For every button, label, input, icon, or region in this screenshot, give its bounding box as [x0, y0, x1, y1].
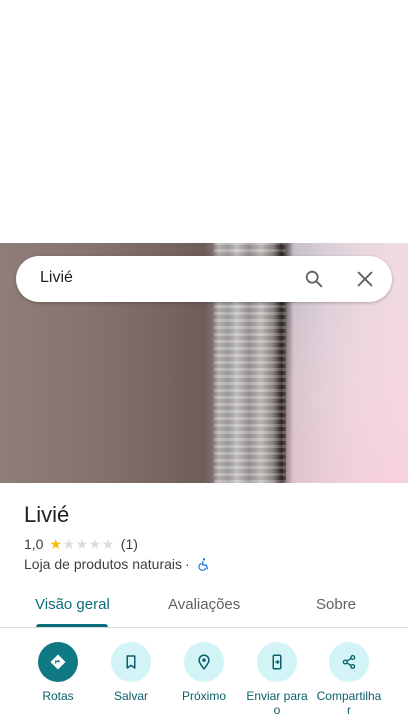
share-icon: [329, 642, 369, 682]
nearby-label: Próximo: [181, 689, 226, 703]
nearby-icon: [184, 642, 224, 682]
send-to-phone-label: Enviar para o: [246, 689, 308, 717]
tab-indicator: [36, 624, 108, 627]
rating-row[interactable]: 1,0 ★ ★ ★ ★ ★ (1): [24, 536, 138, 552]
search-input[interactable]: Livié: [40, 269, 73, 287]
rating-stars: ★ ★ ★ ★ ★: [49, 537, 114, 551]
action-bar: Rotas Salvar Próximo Enviar para o Compa…: [0, 642, 408, 726]
search-icon[interactable]: [302, 267, 326, 291]
tab-overview[interactable]: Visão geral: [35, 596, 110, 613]
place-title: Livié: [24, 502, 70, 527]
star-icon: ★: [88, 536, 102, 552]
rating-value: 1,0: [24, 536, 44, 552]
close-icon[interactable]: [353, 267, 377, 291]
send-to-phone-icon: [257, 642, 297, 682]
review-count[interactable]: (1): [121, 536, 138, 552]
save-label: Salvar: [113, 689, 148, 703]
tab-bar: Visão geral Avaliações Sobre: [0, 584, 408, 628]
star-icon: ★: [101, 536, 115, 552]
directions-label: Rotas: [42, 689, 74, 703]
star-icon: ★: [75, 536, 89, 552]
tab-reviews[interactable]: Avaliações: [168, 596, 240, 613]
separator: ·: [185, 556, 190, 572]
star-icon: ★: [49, 536, 63, 552]
wheelchair-icon: [198, 558, 208, 571]
star-icon: ★: [62, 536, 76, 552]
directions-icon: [38, 642, 78, 682]
share-label: Compartilhar: [316, 689, 382, 717]
bookmark-icon: [111, 642, 151, 682]
place-category: Loja de produtos naturais: [24, 556, 182, 572]
directions-button[interactable]: Rotas: [22, 642, 94, 703]
nearby-button[interactable]: Próximo: [168, 642, 240, 703]
share-button[interactable]: Compartilhar: [313, 642, 385, 717]
search-bar[interactable]: Livié: [16, 256, 392, 302]
category-row: Loja de produtos naturais ·: [24, 556, 211, 572]
send-to-phone-button[interactable]: Enviar para o: [241, 642, 313, 717]
save-button[interactable]: Salvar: [95, 642, 167, 703]
tab-about[interactable]: Sobre: [316, 596, 356, 613]
